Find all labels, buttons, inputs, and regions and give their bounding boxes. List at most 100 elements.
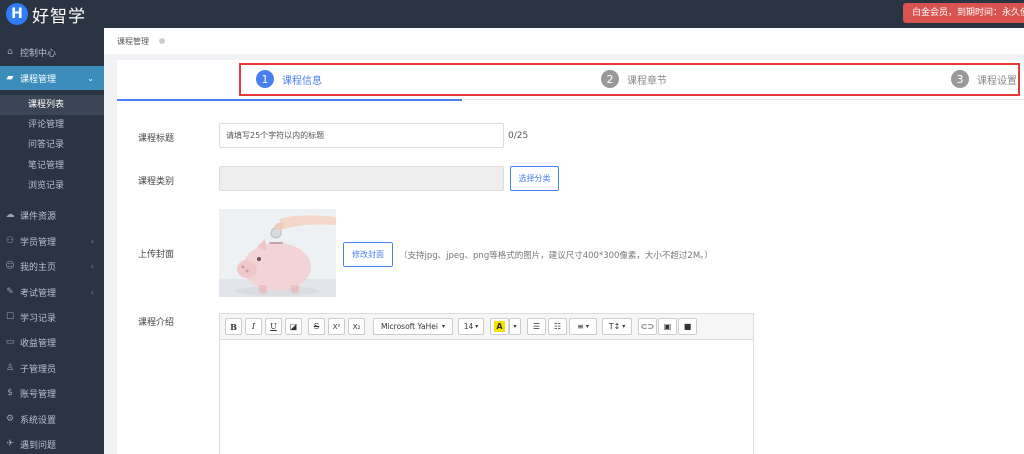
line-height-icon: T↕ xyxy=(608,322,621,331)
course-form-card: 1 课程信息 2 课程章节 3 课程设置 课程标题 请填写25个字符以内的标题 … xyxy=(117,60,1024,454)
sidebar-item-label: 子管理员 xyxy=(20,364,57,375)
caret-down-icon: ▾ xyxy=(441,323,445,330)
font-color-dropdown[interactable]: ▾ xyxy=(509,318,521,335)
title-label: 课程标题 xyxy=(138,134,175,144)
piggy-bank-illustration xyxy=(219,209,336,297)
cover-image xyxy=(219,209,336,297)
bold-button[interactable]: B xyxy=(225,318,242,335)
logo-text: 好智学 xyxy=(32,6,86,27)
sidebar-item-exams[interactable]: ✎ 考试管理 ‹ xyxy=(0,280,104,304)
sidebar-item-label: 账号管理 xyxy=(20,389,57,400)
breadcrumb-dot xyxy=(159,38,165,44)
caret-down-icon: ▾ xyxy=(513,323,517,330)
wallet-icon: ▭ xyxy=(5,337,15,347)
link-icon: ⊂⊃ xyxy=(640,322,655,331)
underline-button[interactable]: U xyxy=(265,318,282,335)
line-height-select[interactable]: T↕ ▾ xyxy=(602,318,632,335)
sidebar-item-label: 收益管理 xyxy=(20,338,57,349)
font-family-select[interactable]: Microsoft YaHei ▾ xyxy=(373,318,453,335)
sidebar-subitem-qa[interactable]: 问答记录 xyxy=(0,135,104,155)
eraser-icon: ◪ xyxy=(289,322,298,331)
font-size-value: 14 xyxy=(463,322,474,331)
exam-icon: ✎ xyxy=(6,287,14,297)
chevron-left-icon: ‹ xyxy=(90,287,94,297)
editor-toolbar: B I U ◪ S X² X₂ Microsoft YaHei ▾ 14 ▾ A… xyxy=(220,314,753,340)
user-icon: ☺ xyxy=(5,261,15,271)
select-category-button[interactable]: 选择分类 xyxy=(510,166,559,191)
sidebar-item-label: 考试管理 xyxy=(20,288,57,299)
unordered-list-button[interactable]: ☰ xyxy=(527,318,546,335)
sidebar-item-label: 我的主页 xyxy=(20,262,57,273)
intro-label: 课程介绍 xyxy=(138,318,175,328)
dollar-icon: $ xyxy=(7,388,13,398)
users-icon: ⚇ xyxy=(5,236,15,246)
video-button[interactable]: ■ xyxy=(678,318,697,335)
sidebar-item-settings[interactable]: ⚙ 系统设置 xyxy=(0,407,104,431)
category-field xyxy=(219,166,504,191)
caret-down-icon: ▾ xyxy=(622,323,626,330)
bullet-list-icon: ☰ xyxy=(532,322,541,331)
active-step-underline xyxy=(117,99,462,101)
book-icon: ▰ xyxy=(6,73,14,83)
sidebar-item-sub-admins[interactable]: ♙ 子管理员 xyxy=(0,356,104,380)
change-cover-button[interactable]: 修改封面 xyxy=(343,242,393,267)
font-size-select[interactable]: 14 ▾ xyxy=(458,318,484,335)
font-color-button[interactable]: A xyxy=(490,318,509,335)
sidebar-item-courseware[interactable]: ☁ 课件资源 xyxy=(0,203,104,227)
align-select[interactable]: ≡ ▾ xyxy=(569,318,597,335)
chevron-down-icon: ⌄ xyxy=(87,73,94,83)
link-button[interactable]: ⊂⊃ xyxy=(638,318,657,335)
sidebar-item-learning-records[interactable]: ☐ 学习记录 xyxy=(0,305,104,329)
cloud-icon: ☁ xyxy=(5,210,15,220)
logo-badge: H xyxy=(6,3,28,25)
font-family-value: Microsoft YaHei xyxy=(380,322,438,331)
chevron-left-icon: ‹ xyxy=(90,261,94,271)
sidebar-item-label: 学习记录 xyxy=(20,313,57,324)
sidebar-item-earnings[interactable]: ▭ 收益管理 xyxy=(0,330,104,354)
sidebar-item-label: 系统设置 xyxy=(20,415,57,426)
image-button[interactable]: ▣ xyxy=(658,318,677,335)
eraser-button[interactable]: ◪ xyxy=(285,318,302,335)
sidebar-subitem-course-list[interactable]: 课程列表 xyxy=(0,95,104,115)
sidebar-item-course-management[interactable]: ▰ 课程管理 ⌄ xyxy=(0,66,104,90)
superscript-button[interactable]: X² xyxy=(328,318,345,335)
home-icon: ⌂ xyxy=(7,47,13,57)
caret-down-icon: ▾ xyxy=(475,323,479,330)
sidebar-item-help[interactable]: ✈ 遇到问题 xyxy=(0,432,104,454)
gear-icon: ⚙ xyxy=(5,414,15,424)
sidebar-subitem-notes[interactable]: 笔记管理 xyxy=(0,156,104,176)
record-icon: ☐ xyxy=(5,312,15,322)
subscript-button[interactable]: X₂ xyxy=(348,318,365,335)
strikethrough-button[interactable]: S xyxy=(308,318,325,335)
top-header: H 好智学 白金会员，到期时间：永久使用 xyxy=(0,0,1024,28)
image-icon: ▣ xyxy=(663,322,672,331)
sidebar-item-label: 控制中心 xyxy=(20,48,57,59)
sidebar-item-homepage[interactable]: ☺ 我的主页 ‹ xyxy=(0,254,104,278)
italic-button[interactable]: I xyxy=(245,318,262,335)
sidebar-item-label: 课件资源 xyxy=(20,211,57,222)
help-icon: ✈ xyxy=(6,439,14,449)
sidebar-subitem-comments[interactable]: 评论管理 xyxy=(0,115,104,135)
chevron-left-icon: ‹ xyxy=(90,236,94,246)
member-status-badge[interactable]: 白金会员，到期时间：永久使用 xyxy=(903,3,1024,23)
video-icon: ■ xyxy=(683,322,692,331)
sidebar-item-dashboard[interactable]: ⌂ 控制中心 xyxy=(0,40,104,64)
sidebar-item-label: 学员管理 xyxy=(20,237,57,248)
sidebar-subitem-browse-history[interactable]: 浏览记录 xyxy=(0,176,104,196)
rich-text-editor[interactable]: B I U ◪ S X² X₂ Microsoft YaHei ▾ 14 ▾ A… xyxy=(219,313,754,454)
sidebar-item-students[interactable]: ⚇ 学员管理 ‹ xyxy=(0,229,104,253)
cover-label: 上传封面 xyxy=(138,250,175,260)
sidebar-item-account[interactable]: $ 账号管理 xyxy=(0,381,104,405)
align-icon: ≡ xyxy=(577,322,584,331)
title-char-counter: 0/25 xyxy=(508,131,529,141)
sidebar-item-label: 遇到问题 xyxy=(20,440,57,451)
ordered-list-button[interactable]: ☷ xyxy=(548,318,567,335)
category-label: 课程类别 xyxy=(138,177,175,187)
numbered-list-icon: ☷ xyxy=(553,322,562,331)
course-title-input[interactable]: 请填写25个字符以内的标题 xyxy=(219,123,504,148)
font-color-letter: A xyxy=(494,321,505,332)
steps-highlight-outline xyxy=(239,63,1020,96)
logo[interactable]: H 好智学 xyxy=(6,2,86,27)
breadcrumb[interactable]: 课程管理 xyxy=(117,36,149,47)
caret-down-icon: ▾ xyxy=(585,323,589,330)
